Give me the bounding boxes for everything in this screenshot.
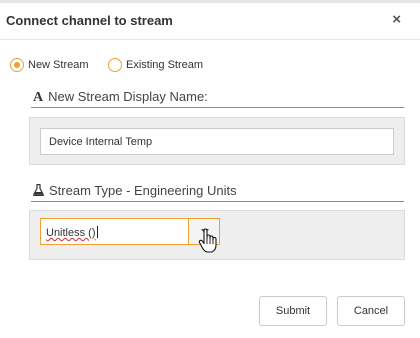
display-name-label: New Stream Display Name:: [48, 89, 208, 104]
display-name-heading: A New Stream Display Name:: [33, 89, 208, 106]
stream-type-value: Unitless (): [46, 227, 96, 239]
text-font-icon: A: [33, 90, 44, 105]
stream-type-label: Stream Type - Engineering Units: [49, 183, 237, 198]
text-caret: [96, 226, 98, 238]
dialog-header: Connect channel to stream ×: [0, 3, 420, 40]
close-icon[interactable]: ×: [392, 12, 401, 27]
stream-type-heading: Stream Type - Engineering Units: [33, 183, 237, 198]
dialog-title: Connect channel to stream: [6, 13, 173, 28]
radio-new-stream-label[interactable]: New Stream: [28, 59, 89, 71]
cancel-button[interactable]: Cancel: [337, 296, 405, 326]
display-name-input[interactable]: Device Internal Temp: [40, 128, 394, 155]
connect-channel-dialog: Connect channel to stream × New Stream E…: [0, 0, 420, 338]
hand-pointer-icon: [198, 228, 217, 253]
stream-type-divider: [31, 201, 404, 202]
radio-existing-stream-indicator[interactable]: [108, 58, 122, 72]
submit-button[interactable]: Submit: [259, 296, 327, 326]
stream-type-combobox-input[interactable]: Unitless (): [40, 218, 189, 245]
radio-existing-stream-label[interactable]: Existing Stream: [126, 59, 203, 71]
radio-new-stream-indicator[interactable]: [10, 58, 24, 72]
display-name-divider: [31, 107, 404, 108]
flask-icon: [33, 183, 44, 197]
display-name-panel: Device Internal Temp: [29, 117, 405, 165]
